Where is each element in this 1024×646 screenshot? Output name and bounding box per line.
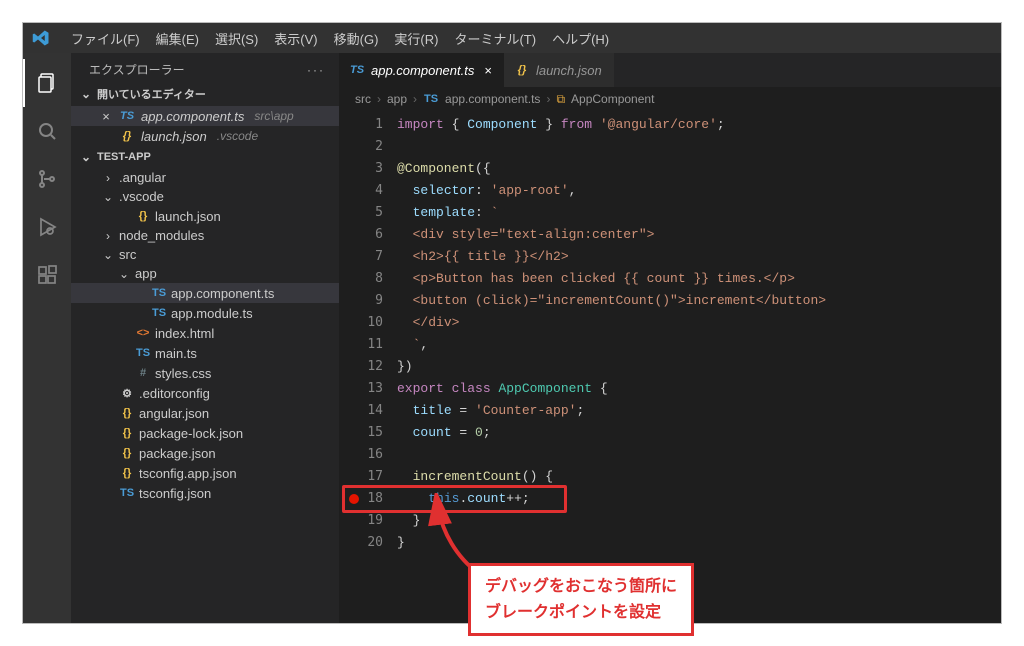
line-number[interactable]: 11	[343, 334, 383, 356]
file-item[interactable]: {}angular.json	[71, 403, 339, 423]
line-number[interactable]: 8	[343, 268, 383, 290]
file-icon: {}	[514, 62, 530, 78]
line-number[interactable]: 20	[343, 532, 383, 554]
file-item[interactable]: {}package-lock.json	[71, 423, 339, 443]
line-number[interactable]: 9	[343, 290, 383, 312]
more-icon[interactable]: ···	[307, 63, 325, 77]
line-number[interactable]: 16	[343, 444, 383, 466]
line-number[interactable]: 12	[343, 356, 383, 378]
line-number[interactable]: 3	[343, 158, 383, 180]
file-icon: {}	[119, 128, 135, 144]
explorer-sidebar: エクスプローラー ··· ⌄開いているエディター × TSapp.componen…	[71, 53, 339, 623]
folder-item[interactable]: ›node_modules	[71, 226, 339, 245]
file-item[interactable]: TSapp.component.ts	[71, 283, 339, 303]
search-icon[interactable]	[23, 107, 71, 155]
close-icon[interactable]: ×	[99, 109, 113, 124]
line-number[interactable]: 14	[343, 400, 383, 422]
run-debug-icon[interactable]	[23, 203, 71, 251]
file-item[interactable]: TStsconfig.json	[71, 483, 339, 503]
menu-item[interactable]: 編集(E)	[148, 29, 207, 48]
menubar: ファイル(F)編集(E)選択(S)表示(V)移動(G)実行(R)ターミナル(T)…	[23, 23, 1001, 53]
chevron-icon: ›	[101, 171, 115, 185]
annotation-callout: デバッグをおこなう箇所に ブレークポイントを設定	[468, 563, 694, 636]
file-icon: TS	[119, 485, 135, 501]
line-number[interactable]: 7	[343, 246, 383, 268]
file-icon: {}	[119, 425, 135, 441]
file-icon: TS	[151, 305, 167, 321]
editor-tabs: TSapp.component.ts×{}launch.json	[339, 53, 1001, 87]
extensions-icon[interactable]	[23, 251, 71, 299]
file-icon: {}	[119, 465, 135, 481]
file-item[interactable]: {}package.json	[71, 443, 339, 463]
file-icon: {}	[119, 445, 135, 461]
line-number[interactable]: 1	[343, 114, 383, 136]
menu-item[interactable]: 選択(S)	[207, 29, 266, 48]
chevron-icon: ⌄	[101, 248, 115, 262]
chevron-icon: ⌄	[101, 190, 115, 204]
menu-item[interactable]: ヘルプ(H)	[544, 29, 617, 48]
line-number[interactable]: 6	[343, 224, 383, 246]
file-icon: <>	[135, 325, 151, 341]
vscode-logo-icon	[31, 28, 51, 48]
file-item[interactable]: TSapp.module.ts	[71, 303, 339, 323]
folder-item[interactable]: ⌄.vscode	[71, 187, 339, 206]
file-icon: {}	[119, 405, 135, 421]
file-icon: #	[135, 365, 151, 381]
menu-item[interactable]: ターミナル(T)	[446, 29, 544, 48]
ts-file-icon: TS	[423, 91, 439, 107]
sidebar-title: エクスプローラー	[89, 61, 185, 78]
line-number[interactable]: 19	[343, 510, 383, 532]
file-icon: TS	[349, 62, 365, 78]
file-icon: {}	[135, 208, 151, 224]
folder-item[interactable]: ⌄app	[71, 264, 339, 283]
file-icon: ⚙	[119, 385, 135, 401]
breadcrumbs[interactable]: src› app› TS app.component.ts› ⧉ AppComp…	[339, 87, 1001, 111]
file-item[interactable]: #styles.css	[71, 363, 339, 383]
open-editors-section[interactable]: ⌄開いているエディター	[71, 82, 339, 106]
menu-item[interactable]: ファイル(F)	[63, 29, 148, 48]
minimap[interactable]	[951, 111, 1001, 623]
line-number[interactable]: 13	[343, 378, 383, 400]
file-item[interactable]: ⚙.editorconfig	[71, 383, 339, 403]
source-control-icon[interactable]	[23, 155, 71, 203]
open-editor-item[interactable]: ×TSapp.component.tssrc\app	[71, 106, 339, 126]
folder-item[interactable]: ⌄src	[71, 245, 339, 264]
file-item[interactable]: {}tsconfig.app.json	[71, 463, 339, 483]
close-icon[interactable]: ×	[484, 63, 492, 78]
explorer-icon[interactable]	[23, 59, 71, 107]
editor-tab[interactable]: TSapp.component.ts×	[339, 53, 504, 87]
editor-tab[interactable]: {}launch.json	[504, 53, 614, 87]
open-editor-item[interactable]: {}launch.json.vscode	[71, 126, 339, 146]
chevron-icon: ›	[101, 229, 115, 243]
file-icon: TS	[151, 285, 167, 301]
menu-item[interactable]: 移動(G)	[326, 29, 387, 48]
chevron-icon: ⌄	[117, 267, 131, 281]
line-number[interactable]: 4	[343, 180, 383, 202]
file-item[interactable]: {}launch.json	[71, 206, 339, 226]
line-number-gutter[interactable]: 1234567891011121314151617181920	[339, 111, 397, 623]
project-section[interactable]: ⌄TEST-APP	[71, 146, 339, 168]
menu-item[interactable]: 実行(R)	[386, 29, 446, 48]
struct-icon: ⧉	[556, 92, 565, 107]
menu-item[interactable]: 表示(V)	[266, 29, 325, 48]
line-number[interactable]: 2	[343, 136, 383, 158]
file-item[interactable]: TSmain.ts	[71, 343, 339, 363]
file-item[interactable]: <>index.html	[71, 323, 339, 343]
file-icon: TS	[119, 108, 135, 124]
folder-item[interactable]: ›.angular	[71, 168, 339, 187]
file-icon: TS	[135, 345, 151, 361]
activity-bar	[23, 53, 71, 623]
line-number[interactable]: 10	[343, 312, 383, 334]
line-number[interactable]: 5	[343, 202, 383, 224]
line-number[interactable]: 15	[343, 422, 383, 444]
